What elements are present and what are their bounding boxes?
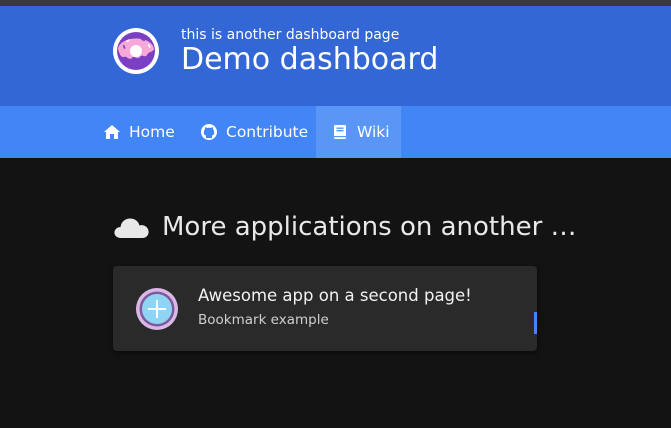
nav-item-contribute[interactable]: Contribute	[200, 106, 308, 158]
page-header: this is another dashboard page Demo dash…	[0, 6, 671, 106]
nav-item-wiki[interactable]: Wiki	[316, 106, 401, 158]
nav-item-label: Contribute	[226, 123, 309, 141]
nav-item-home[interactable]: Home	[103, 106, 175, 158]
nav-item-label: Home	[129, 123, 175, 141]
section-heading: More applications on another …	[112, 212, 577, 242]
cloud-icon	[112, 212, 150, 242]
app-card[interactable]: Awesome app on a second page! Bookmark e…	[113, 266, 537, 351]
plus-circle-icon	[135, 287, 179, 331]
section-title: More applications on another …	[162, 212, 577, 242]
page-title: Demo dashboard	[181, 42, 439, 77]
github-icon	[200, 123, 218, 141]
nav-item-label: Wiki	[357, 123, 390, 141]
book-icon	[331, 123, 349, 141]
app-card-subtitle: Bookmark example	[198, 312, 329, 328]
home-icon	[103, 123, 121, 141]
donut-icon[interactable]	[112, 27, 160, 75]
card-accent-bar	[534, 312, 537, 334]
app-card-title: Awesome app on a second page!	[198, 286, 472, 305]
navbar: Home Contribute Wiki	[0, 106, 671, 158]
